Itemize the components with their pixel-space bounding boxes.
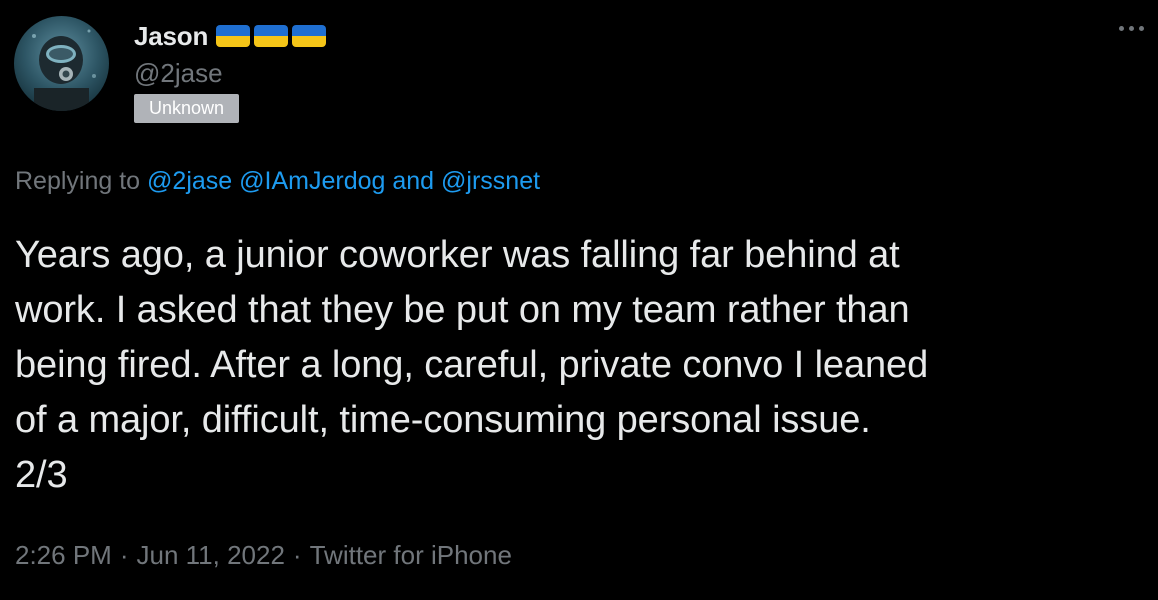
tweet: Jason @2jase Unknown Replying to @2jase … <box>0 0 1158 600</box>
status-badge: Unknown <box>134 94 240 123</box>
date-link[interactable]: Jun 11, 2022 <box>137 540 285 570</box>
mention-link[interactable]: @IAmJerdog <box>239 167 385 195</box>
tweet-text-line: of a major, difficult, time-consuming pe… <box>15 399 871 441</box>
source-link[interactable]: Twitter for iPhone <box>310 540 512 570</box>
replying-to-label: Replying to <box>15 167 141 195</box>
author-block: Jason @2jase Unknown <box>134 18 327 123</box>
ukraine-flag-icon <box>254 25 289 47</box>
timestamp-link[interactable]: 2:26 PM <box>15 540 112 570</box>
mention-link[interactable]: @jrssnet <box>441 167 540 195</box>
meta-separator: · <box>119 540 129 570</box>
more-options-icon[interactable] <box>1119 26 1144 31</box>
flag-group <box>216 25 327 47</box>
avatar[interactable] <box>14 16 109 111</box>
ukraine-flag-icon <box>292 25 327 47</box>
tweet-meta: 2:26 PM · Jun 11, 2022 · Twitter for iPhone <box>15 540 512 571</box>
mention-connector: and <box>392 167 435 195</box>
ukraine-flag-icon <box>216 25 251 47</box>
display-name[interactable]: Jason <box>134 21 208 52</box>
tweet-text: Years ago, a junior coworker was falling… <box>15 228 1150 503</box>
tweet-text-line: Years ago, a junior coworker was falling… <box>15 234 900 276</box>
user-handle[interactable]: @2jase <box>134 56 326 90</box>
meta-separator: · <box>292 540 302 570</box>
tweet-text-line: work. I asked that they be put on my tea… <box>15 289 910 331</box>
name-row: Jason <box>134 18 327 54</box>
tweet-text-line: being fired. After a long, careful, priv… <box>15 344 929 386</box>
tweet-text-line: 2/3 <box>15 454 68 496</box>
diver-avatar-image <box>14 16 109 111</box>
replying-to: Replying to @2jase @IAmJerdog and @jrssn… <box>15 167 540 196</box>
mention-link[interactable]: @2jase <box>147 167 232 195</box>
